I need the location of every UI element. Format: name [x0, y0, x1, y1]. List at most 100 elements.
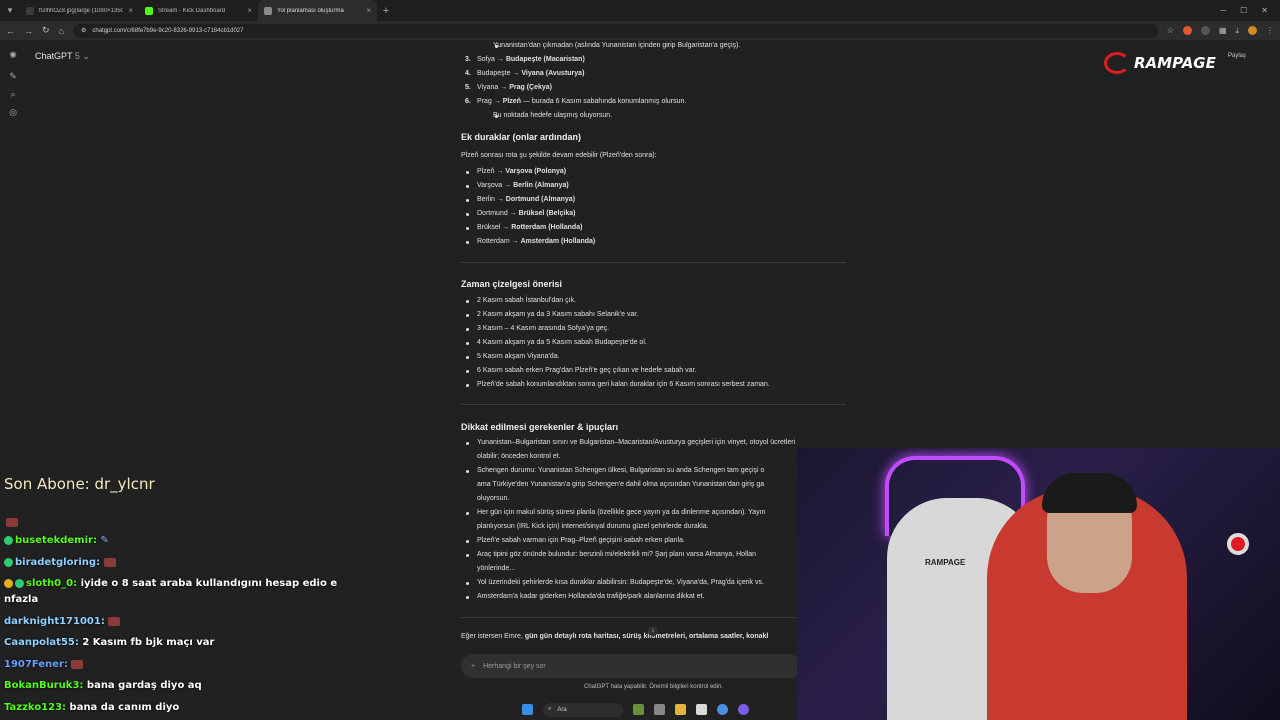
chat-message: Tazzko123: bana da canım diyo — [4, 702, 180, 713]
model-name: ChatGPT — [35, 51, 73, 61]
tab-search-icon[interactable]: ▾ — [0, 0, 20, 21]
taskbar-search[interactable]: ⌕ Ara — [543, 702, 623, 717]
closing-paragraph: Eğer istersen Emre, gün gün detaylı rota… — [461, 633, 769, 640]
section-heading: Zaman çizelgesi önerisi — [461, 279, 563, 289]
file-explorer-icon[interactable] — [675, 704, 686, 715]
list-item: Budapeşte → Viyana (Avusturya) — [477, 70, 585, 77]
maximize-icon[interactable]: ☐ — [1240, 6, 1247, 15]
address-bar: ← → ↻ ⌂ ⚙ chatgpt.com/c/68fe7b9e-9c20-83… — [0, 21, 1280, 40]
windows-start-icon[interactable] — [522, 704, 533, 715]
model-selector[interactable]: ChatGPT 5 ⌄ — [35, 51, 90, 62]
tab-chatgpt[interactable]: Yol planlaması oluşturma × — [258, 0, 377, 21]
close-icon[interactable]: × — [128, 6, 133, 15]
calendar-icon[interactable] — [696, 704, 707, 715]
tab-image[interactable]: fGlhhOZ8.jpg(large (1080×1350)) × — [20, 0, 139, 21]
list-item: Brüksel → Rotterdam (Hollanda) — [477, 224, 583, 231]
tab-kick-dashboard[interactable]: Stream - Kick Dashboard × — [139, 0, 258, 21]
home-icon[interactable]: ⌂ — [59, 26, 64, 36]
extensions-puzzle-icon[interactable]: ▦ — [1219, 26, 1227, 35]
divider — [461, 262, 846, 263]
list-item: 6 Kasım sabah erken Prag'dan Plzeň'e geç… — [477, 367, 697, 374]
list-item: Yunanistan'dan çıkmadan (aslında Yunanis… — [493, 42, 741, 49]
extension-icon[interactable] — [1200, 26, 1210, 35]
bullet — [466, 540, 469, 543]
list-number: 5. — [465, 84, 471, 91]
list-item: Yol üzerindeki şehirlerde kısa duraklar … — [477, 579, 764, 586]
list-item: Yunanistan–Bulgaristan sınırı ve Bulgari… — [477, 439, 796, 446]
taskbar-search-label: Ara — [557, 706, 567, 713]
minimize-icon[interactable]: ─ — [1220, 6, 1226, 15]
bullet — [466, 384, 469, 387]
list-item-cont: yönlerinde... — [477, 565, 516, 572]
bookmark-star-icon[interactable]: ☆ — [1167, 26, 1174, 35]
site-info-icon[interactable]: ⚙ — [81, 27, 86, 34]
bullet — [466, 241, 469, 244]
discord-icon[interactable] — [738, 704, 749, 715]
downloads-icon[interactable]: ⤓ — [1235, 26, 1239, 36]
list-item: Schengen durumu: Yunanistan Schengen ülk… — [477, 467, 765, 474]
section-heading: Dikkat edilmesi gerekenler & ipuçları — [461, 422, 619, 432]
bullet — [466, 356, 469, 359]
bullet — [466, 512, 469, 515]
scroll-down-button[interactable]: ↓ — [648, 626, 658, 636]
tab-title: Stream - Kick Dashboard — [158, 7, 226, 14]
bullet — [466, 442, 469, 445]
url-field[interactable]: ⚙ chatgpt.com/c/68fe7b9e-9c20-8326-9913-… — [72, 23, 1158, 38]
window-close-icon[interactable]: ✕ — [1261, 6, 1268, 15]
chat-message: BokanBuruk3: bana gardaş diyo aq — [4, 680, 202, 691]
widget-icon[interactable] — [633, 704, 644, 715]
list-item: Sofya → Budapeşte (Macaristan) — [477, 56, 585, 63]
profile-avatar-icon[interactable] — [1248, 26, 1257, 35]
chat-input[interactable]: + Herhangi bir şey sor — [461, 654, 801, 678]
back-icon[interactable]: ← — [6, 26, 15, 36]
new-tab-button[interactable]: + — [377, 5, 395, 17]
model-version: 5 — [74, 51, 80, 61]
tab-title: fGlhhOZ8.jpg(large (1080×1350)) — [39, 7, 124, 14]
list-item: 4 Kasım akşam ya da 5 Kasım sabah Budape… — [477, 339, 647, 346]
bullet — [466, 554, 469, 557]
bullet — [466, 328, 469, 331]
list-item: Plzeň'de sabah konumlandıktan sonra geri… — [477, 381, 770, 388]
extension-icon[interactable] — [1182, 26, 1192, 35]
list-item: Dortmund → Brüksel (Belçika) — [477, 210, 576, 217]
library-icon[interactable]: ◎ — [0, 107, 26, 125]
list-item: Viyana → Prag (Çekya) — [477, 84, 552, 91]
add-attachment-icon[interactable]: + — [471, 663, 475, 670]
brand-name: RAMPAGE — [1134, 54, 1216, 72]
search-icon[interactable]: ⌕ — [0, 89, 26, 107]
list-number: 4. — [465, 70, 471, 77]
list-item: Araç tipini göz önünde bulundur: benzinl… — [477, 551, 756, 558]
search-icon: ⌕ — [548, 706, 552, 712]
taskbar: ⌕ Ara — [440, 699, 797, 720]
section-heading: Ek duraklar (onlar ardından) — [461, 132, 582, 142]
close-icon[interactable]: × — [247, 6, 252, 15]
chat-input-placeholder: Herhangi bir şey sor — [483, 662, 546, 670]
forward-icon[interactable]: → — [24, 26, 33, 36]
list-item-cont: olabilir; önceden kontrol et. — [477, 453, 561, 460]
chatgpt-logo-icon[interactable]: ✺ — [0, 50, 26, 68]
list-item-cont: oluyorsun. — [477, 495, 510, 502]
chat-message: 1907Fener: — [4, 657, 354, 673]
browser-menu-icon[interactable]: ⋮ — [1266, 26, 1274, 35]
chat-message: Caanpolat55: 2 Kasım fb bjk maçı var — [4, 637, 215, 648]
chevron-down-icon: ⌄ — [82, 51, 90, 61]
list-item: 3 Kasım – 4 Kasım arasında Sofya'ya geç. — [477, 325, 610, 332]
chatgpt-favicon-icon — [264, 6, 272, 15]
list-item: Bu noktada hedefe ulaşmış oluyorsun. — [493, 112, 613, 119]
tab-title: Yol planlaması oluşturma — [277, 7, 344, 14]
reload-icon[interactable]: ↻ — [42, 25, 50, 36]
close-icon[interactable]: × — [366, 6, 371, 15]
image-favicon-icon — [26, 6, 34, 15]
divider — [461, 404, 846, 405]
url-text: chatgpt.com/c/68fe7b9e-9c20-8326-9913-c7… — [92, 27, 244, 34]
list-item: Rotterdam → Amsterdam (Hollanda) — [477, 238, 596, 245]
chair-brand: RAMPAGE — [925, 558, 966, 567]
task-view-icon[interactable] — [654, 704, 665, 715]
bullet — [466, 596, 469, 599]
new-chat-icon[interactable]: ✎ — [0, 71, 26, 89]
list-item: Varşova → Berlin (Almanya) — [477, 182, 569, 189]
share-button[interactable]: Paylaş — [1228, 53, 1246, 59]
chrome-icon[interactable] — [717, 704, 728, 715]
kick-favicon-icon — [145, 6, 153, 15]
tab-bar: ▾ fGlhhOZ8.jpg(large (1080×1350)) × Stre… — [0, 0, 1280, 21]
